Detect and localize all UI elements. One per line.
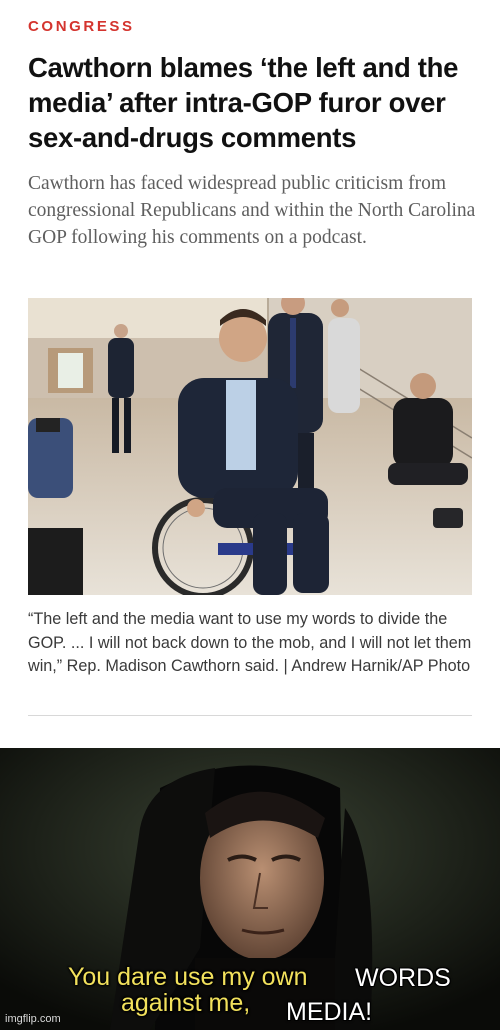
photo-illustration	[28, 298, 472, 595]
article-photo	[28, 298, 472, 595]
overlay-text-media: MEDIA!	[286, 998, 373, 1026]
headline: Cawthorn blames ‘the left and the media’…	[28, 52, 459, 153]
article: CONGRESS Cawthorn blames ‘the left and t…	[0, 0, 500, 748]
article-dek: Cawthorn has faced widespread public cri…	[28, 173, 476, 248]
overlay-text-words: WORDS	[355, 964, 451, 992]
photo-caption: “The left and the media want to use my w…	[28, 610, 472, 675]
imgflip-watermark: imgflip.com	[5, 1013, 61, 1025]
section-label[interactable]: CONGRESS	[28, 18, 135, 35]
meme-caption-line-1: You dare use my own	[68, 963, 308, 991]
divider	[28, 715, 472, 716]
